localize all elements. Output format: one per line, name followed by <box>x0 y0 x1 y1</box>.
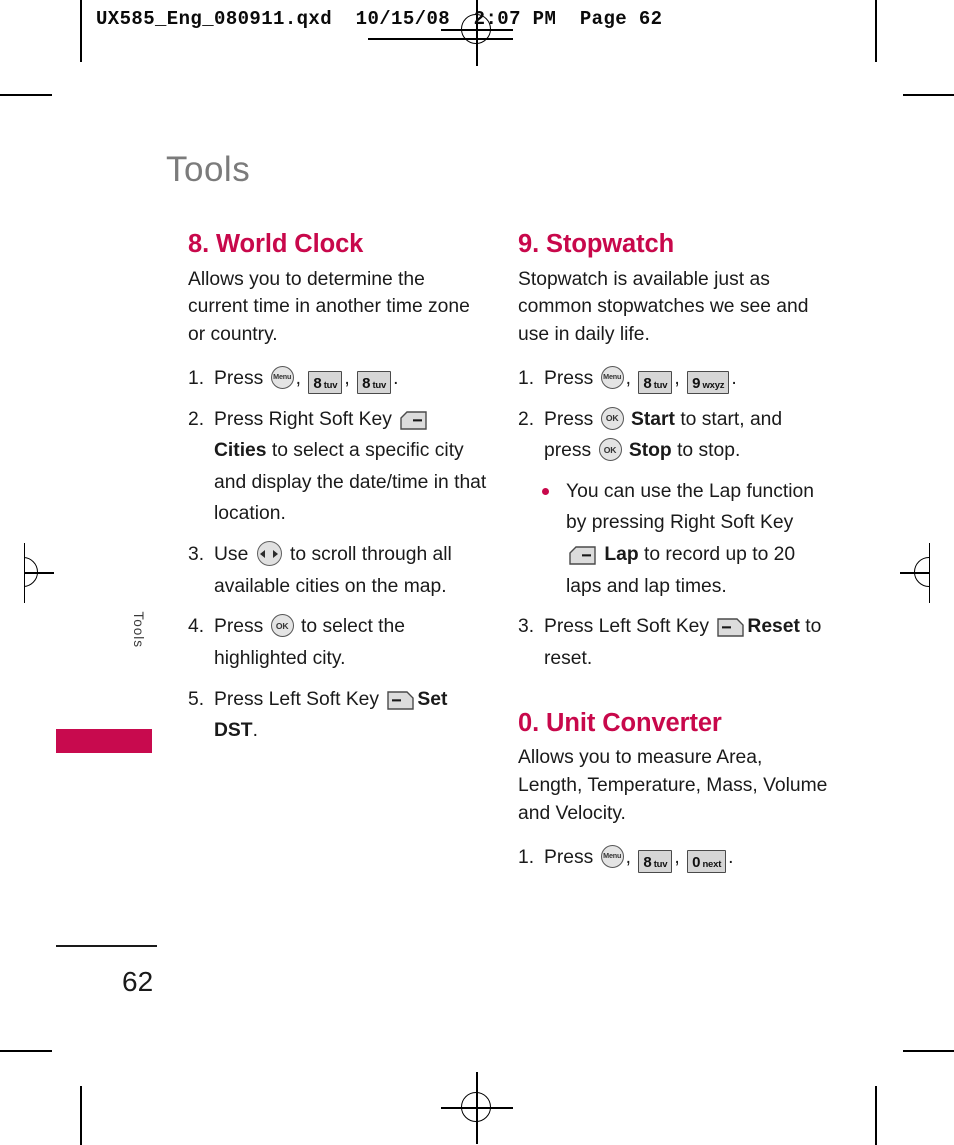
8-tuv-key-icon: 8 tuv <box>357 370 392 395</box>
comma-separator: , <box>674 846 680 868</box>
footer-rule <box>56 945 157 947</box>
step-item: 5. Press Left Soft Key Set DST. <box>188 684 488 747</box>
step-text: Press Right Soft Key <box>214 408 392 430</box>
ok-key-icon: OK <box>270 614 294 638</box>
step-bold-label: Start <box>631 408 675 430</box>
right-soft-key-icon <box>569 546 596 565</box>
crop-mark-bottom-right-vertical <box>875 1086 877 1145</box>
left-soft-key-icon <box>387 690 415 710</box>
8-tuv-key-icon: 8 tuv <box>308 370 343 395</box>
bullet-text: You can use the Lap function by pressing… <box>566 480 815 534</box>
crop-mark-top-right-vertical <box>875 0 877 62</box>
bullet-item: You can use the Lap function by pressing… <box>518 476 830 603</box>
side-tab-bar <box>56 729 152 753</box>
steps-unit-converter: 1. Press Menu, 8 tuv, 0 next. <box>518 842 830 874</box>
comma-separator: , <box>674 367 680 389</box>
step-text: Press <box>544 846 594 868</box>
step-item: 1. Press Menu, 8 tuv, 9 wxyz. <box>518 363 830 395</box>
section-heading-stopwatch: 9. Stopwatch <box>518 230 675 258</box>
bullet-text: to record up to 20 laps and lap times. <box>566 544 796 597</box>
document-page: UX585_Eng_080911.qxd 10/15/08 2:07 PM Pa… <box>0 0 954 1145</box>
step-item: 4. Press OK to select the highlighted cit… <box>188 611 488 674</box>
registration-mark-left <box>24 543 54 603</box>
prepress-slug-line: UX585_Eng_080911.qxd 10/15/08 2:07 PM Pa… <box>96 8 663 30</box>
left-column: 8. World Clock Allows you to determine t… <box>188 230 488 756</box>
section-intro-unit-converter: Allows you to measure Area, Length, Temp… <box>518 747 828 824</box>
menu-key-icon: Menu <box>600 844 624 868</box>
step-text: to scroll through all available cities o… <box>214 544 452 597</box>
step-item: 1. Press Menu, 8 tuv, 0 next. <box>518 842 830 874</box>
step-number: 2. <box>518 408 535 430</box>
menu-key-icon: Menu <box>270 365 294 389</box>
section-intro-stopwatch: Stopwatch is available just as common st… <box>518 268 809 346</box>
8-tuv-key-icon: 8 tuv <box>638 849 673 873</box>
side-tab-label: Tools <box>131 611 146 648</box>
step-number: 3. <box>188 544 205 566</box>
step-bold-label: Reset <box>747 616 800 638</box>
step-text-end: . <box>393 367 399 389</box>
section-intro-world-clock: Allows you to determine the current time… <box>188 268 470 346</box>
step-text-end: . <box>728 846 734 868</box>
step-text: Press Left Soft Key <box>214 688 380 710</box>
navigation-key-icon <box>256 541 282 567</box>
left-soft-key-icon <box>717 618 745 638</box>
ok-key-icon: OK <box>598 438 622 462</box>
bullet-dot-icon <box>542 487 549 495</box>
step-text: to stop. <box>677 440 741 462</box>
section-heading-unit-converter: 0. Unit Converter <box>518 708 722 737</box>
comma-separator: , <box>625 846 632 868</box>
step-text: Press Left Soft Key <box>544 616 710 638</box>
step-number: 1. <box>518 367 535 389</box>
step-text: Press <box>544 367 594 389</box>
step-text: Press <box>214 616 264 638</box>
step-number: 1. <box>518 846 535 868</box>
registration-mark-bottom <box>441 1072 513 1144</box>
comma-separator: , <box>295 367 302 389</box>
step-number: 1. <box>188 367 205 389</box>
step-number: 4. <box>188 616 205 638</box>
page-title: Tools <box>166 150 251 189</box>
step-text: Press <box>214 367 264 389</box>
steps-stopwatch: 1. Press Menu, 8 tuv, 9 wxyz. 2. Press OK St… <box>518 363 830 675</box>
crop-mark-top-left-vertical <box>80 0 82 62</box>
steps-world-clock: 1. Press Menu, 8 tuv, 8 tuv. 2. Press Right … <box>188 363 488 747</box>
8-tuv-key-icon: 8 tuv <box>638 370 673 395</box>
step-text: Press <box>544 408 594 430</box>
step-item: 2. Press Right Soft Key Cities to select … <box>188 404 488 531</box>
crop-mark-bottom-right-horizontal <box>903 1050 954 1052</box>
ok-key-icon: OK <box>600 406 624 430</box>
slug-underline <box>368 38 513 40</box>
step-text-end: . <box>252 720 258 742</box>
step-text: Use <box>214 544 249 566</box>
step-item: 1. Press Menu, 8 tuv, 8 tuv. <box>188 363 488 395</box>
step-bold-label: Stop <box>628 440 672 462</box>
step-text-end: . <box>731 367 737 389</box>
crop-mark-top-left-horizontal <box>0 94 52 96</box>
bullet-bold-label: Lap <box>604 544 639 566</box>
step-item: 3. Press Left Soft Key Reset to reset. <box>518 611 830 674</box>
step-item: 2. Press OK Start to start, and press OK … <box>518 404 830 467</box>
crop-mark-top-right-horizontal <box>903 94 954 96</box>
comma-separator: , <box>344 367 350 389</box>
section-heading-world-clock: 8. World Clock <box>188 230 364 258</box>
right-soft-key-icon <box>400 410 427 430</box>
crop-mark-bottom-left-horizontal <box>0 1050 52 1052</box>
step-number: 2. <box>188 408 205 430</box>
right-column: 9. Stopwatch Stopwatch is available just… <box>518 230 830 882</box>
step-number: 5. <box>188 688 205 710</box>
page-number: 62 <box>122 966 154 997</box>
step-item: 3. Use to scroll through all available ci… <box>188 539 488 602</box>
step-bold-label: Cities <box>214 440 267 462</box>
menu-key-icon: Menu <box>600 365 624 389</box>
registration-mark-right <box>900 543 930 603</box>
0-next-key-icon: 0 next <box>687 849 727 873</box>
crop-mark-bottom-left-vertical <box>80 1086 82 1145</box>
step-number: 3. <box>518 616 535 638</box>
9-wxyz-key-icon: 9 wxyz <box>687 370 730 395</box>
comma-separator: , <box>625 367 632 389</box>
